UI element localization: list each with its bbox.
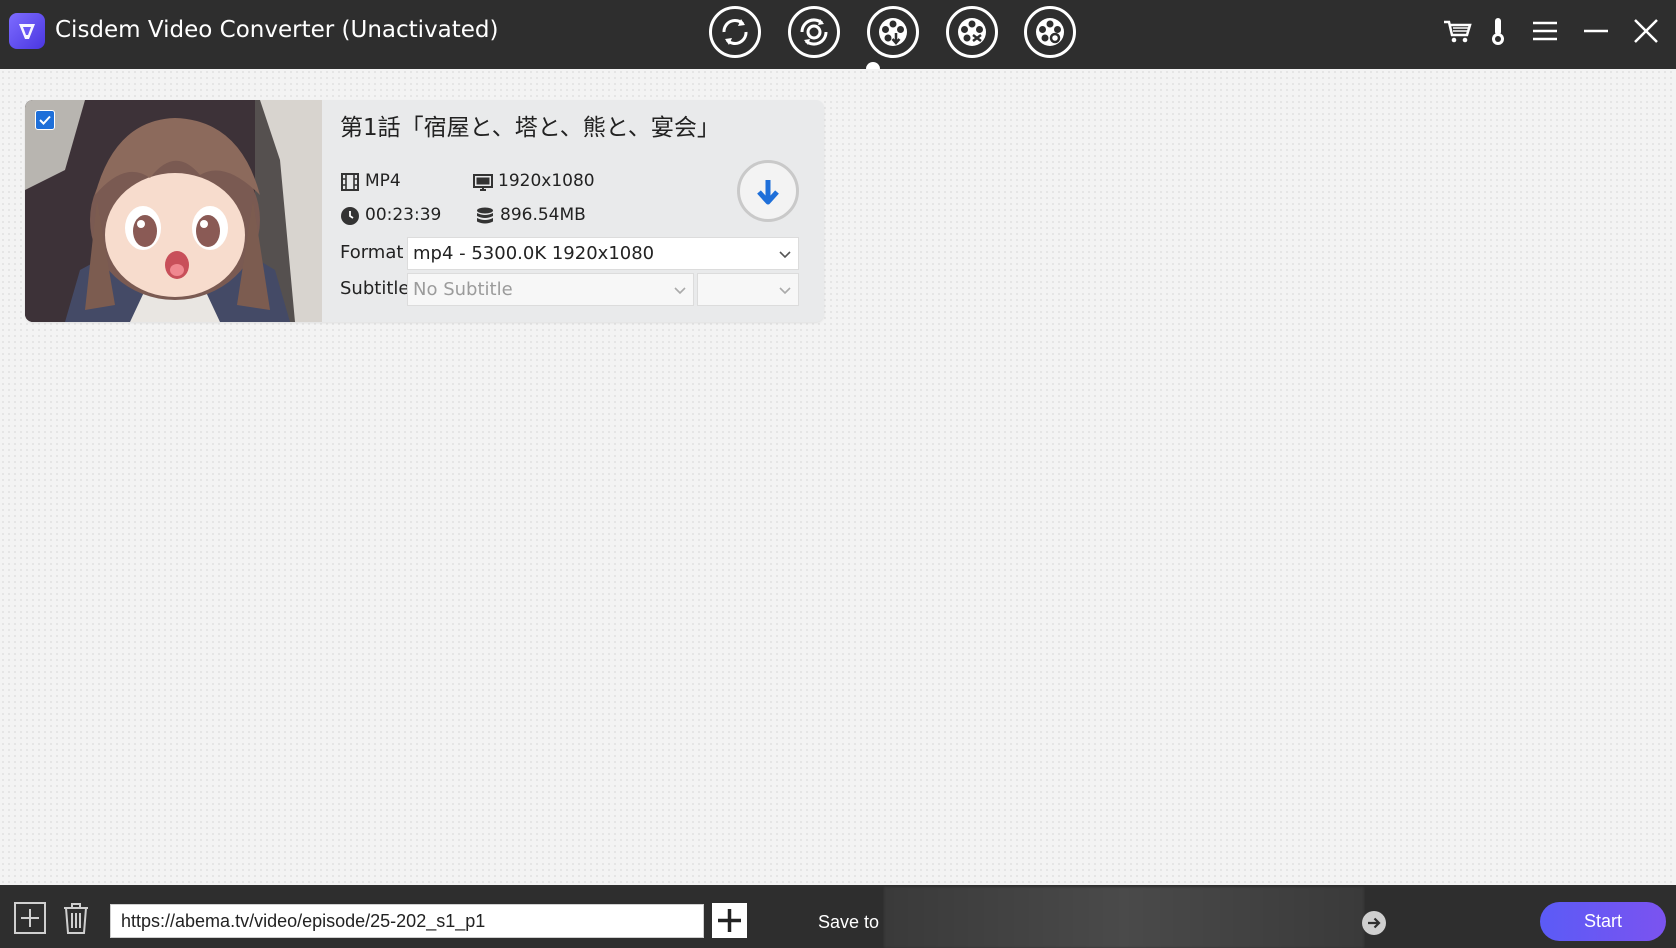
- temperature-button[interactable]: [1481, 14, 1515, 48]
- rip-mode-button[interactable]: [788, 6, 840, 58]
- video-item-card[interactable]: 第1話「宿屋と、塔と、熊と、宴会」 MP4 1920x1080 00:23:39: [25, 100, 824, 322]
- film-reel-download-icon: [879, 18, 907, 46]
- monitor-icon: [473, 174, 493, 191]
- close-button[interactable]: [1629, 14, 1663, 48]
- save-to-label: Save to: [818, 912, 880, 932]
- format-label: Format: [340, 242, 404, 263]
- subtitle-select-value: No Subtitle: [413, 279, 513, 300]
- rip-dvd-icon: [800, 18, 828, 46]
- open-folder-button[interactable]: [1362, 911, 1386, 935]
- video-select-checkbox[interactable]: [35, 110, 55, 130]
- save-path-field[interactable]: [884, 887, 1364, 948]
- subtitle-label: Subtitle: [340, 278, 410, 299]
- app-logo-icon: [9, 13, 45, 49]
- menu-button[interactable]: [1528, 14, 1562, 48]
- burn-mode-button[interactable]: [1024, 6, 1076, 58]
- cart-icon: [1444, 20, 1472, 43]
- film-icon: [341, 173, 359, 191]
- url-input[interactable]: [110, 904, 704, 938]
- film-reel-burn-icon: [1036, 18, 1064, 46]
- minimize-button[interactable]: [1579, 14, 1613, 48]
- start-button[interactable]: Start: [1540, 902, 1666, 941]
- format-select-value: mp4 - 5300.0K 1920x1080: [413, 243, 655, 264]
- video-format: MP4: [365, 171, 401, 191]
- checkmark-icon: [39, 115, 51, 125]
- download-button[interactable]: [737, 160, 799, 222]
- video-thumbnail: [25, 100, 322, 322]
- add-url-button[interactable]: [712, 903, 747, 938]
- video-duration: 00:23:39: [365, 205, 442, 225]
- close-icon: [1634, 19, 1658, 43]
- video-title: 第1話「宿屋と、塔と、熊と、宴会」: [340, 115, 720, 141]
- download-arrow-icon: [757, 180, 779, 205]
- video-resolution: 1920x1080: [498, 171, 595, 191]
- subtitle-select[interactable]: No Subtitle: [407, 273, 694, 306]
- app-title: Cisdem Video Converter (Unactivated): [55, 17, 499, 43]
- download-mode-button[interactable]: [867, 6, 919, 58]
- video-size: 896.54MB: [500, 205, 586, 225]
- subtitle-language-select[interactable]: [697, 273, 799, 306]
- delete-button[interactable]: [59, 901, 93, 935]
- trash-icon: [64, 903, 88, 934]
- plus-icon: [718, 909, 741, 932]
- chevron-down-icon: [779, 251, 791, 259]
- cart-button[interactable]: [1440, 14, 1474, 48]
- add-file-button[interactable]: [13, 901, 47, 935]
- menu-icon: [1533, 21, 1557, 41]
- chevron-down-icon: [674, 287, 686, 295]
- clock-icon: [341, 207, 359, 225]
- film-reel-edit-icon: [958, 18, 986, 46]
- arrow-right-icon: [1368, 917, 1381, 929]
- chevron-down-icon: [779, 287, 791, 295]
- content-area: 第1話「宿屋と、塔と、熊と、宴会」 MP4 1920x1080 00:23:39: [0, 69, 1676, 885]
- add-square-icon: [14, 902, 46, 934]
- edit-mode-button[interactable]: [946, 6, 998, 58]
- title-bar: Cisdem Video Converter (Unactivated): [0, 0, 1676, 69]
- format-select[interactable]: mp4 - 5300.0K 1920x1080: [407, 237, 799, 270]
- thermometer-icon: [1492, 18, 1504, 45]
- convert-icon: [722, 19, 748, 45]
- database-icon: [477, 207, 493, 224]
- minimize-icon: [1584, 29, 1608, 33]
- active-mode-indicator: [866, 62, 880, 69]
- convert-mode-button[interactable]: [709, 6, 761, 58]
